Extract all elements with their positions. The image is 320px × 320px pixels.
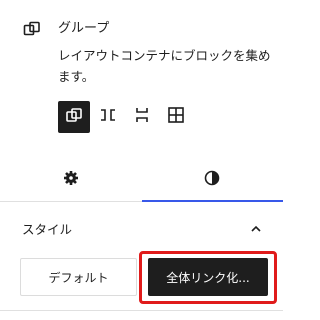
block-card: グループ レイアウトコンテナにブロックを集めます。 [0,0,283,145]
block-title: グループ [58,21,110,36]
stack-icon [132,105,152,129]
style-fulllink-button[interactable]: 全体リンク化... [148,258,268,296]
grid-icon [166,105,186,129]
contrast-icon [203,169,221,191]
panel-title: スタイル [22,222,73,237]
gear-icon [62,169,80,191]
styles-panel-header[interactable]: スタイル [0,210,283,246]
tab-settings[interactable] [0,158,142,201]
variation-stack-button[interactable] [126,101,158,133]
variation-row-button[interactable] [92,101,124,133]
group-icon [23,20,41,38]
variation-group-button[interactable] [58,101,90,133]
divider [0,310,283,311]
row-icon [98,105,118,129]
tab-styles[interactable] [141,158,284,202]
block-variations [58,101,192,133]
group-icon [64,105,84,129]
block-description: レイアウトコンテナにブロックを集めます。 [58,48,271,84]
variation-grid-button[interactable] [160,101,192,133]
style-default-button[interactable]: デフォルト [20,258,137,296]
chevron-up-icon [248,221,264,237]
block-styles: デフォルト [20,258,137,296]
inspector-tabs [0,158,283,202]
